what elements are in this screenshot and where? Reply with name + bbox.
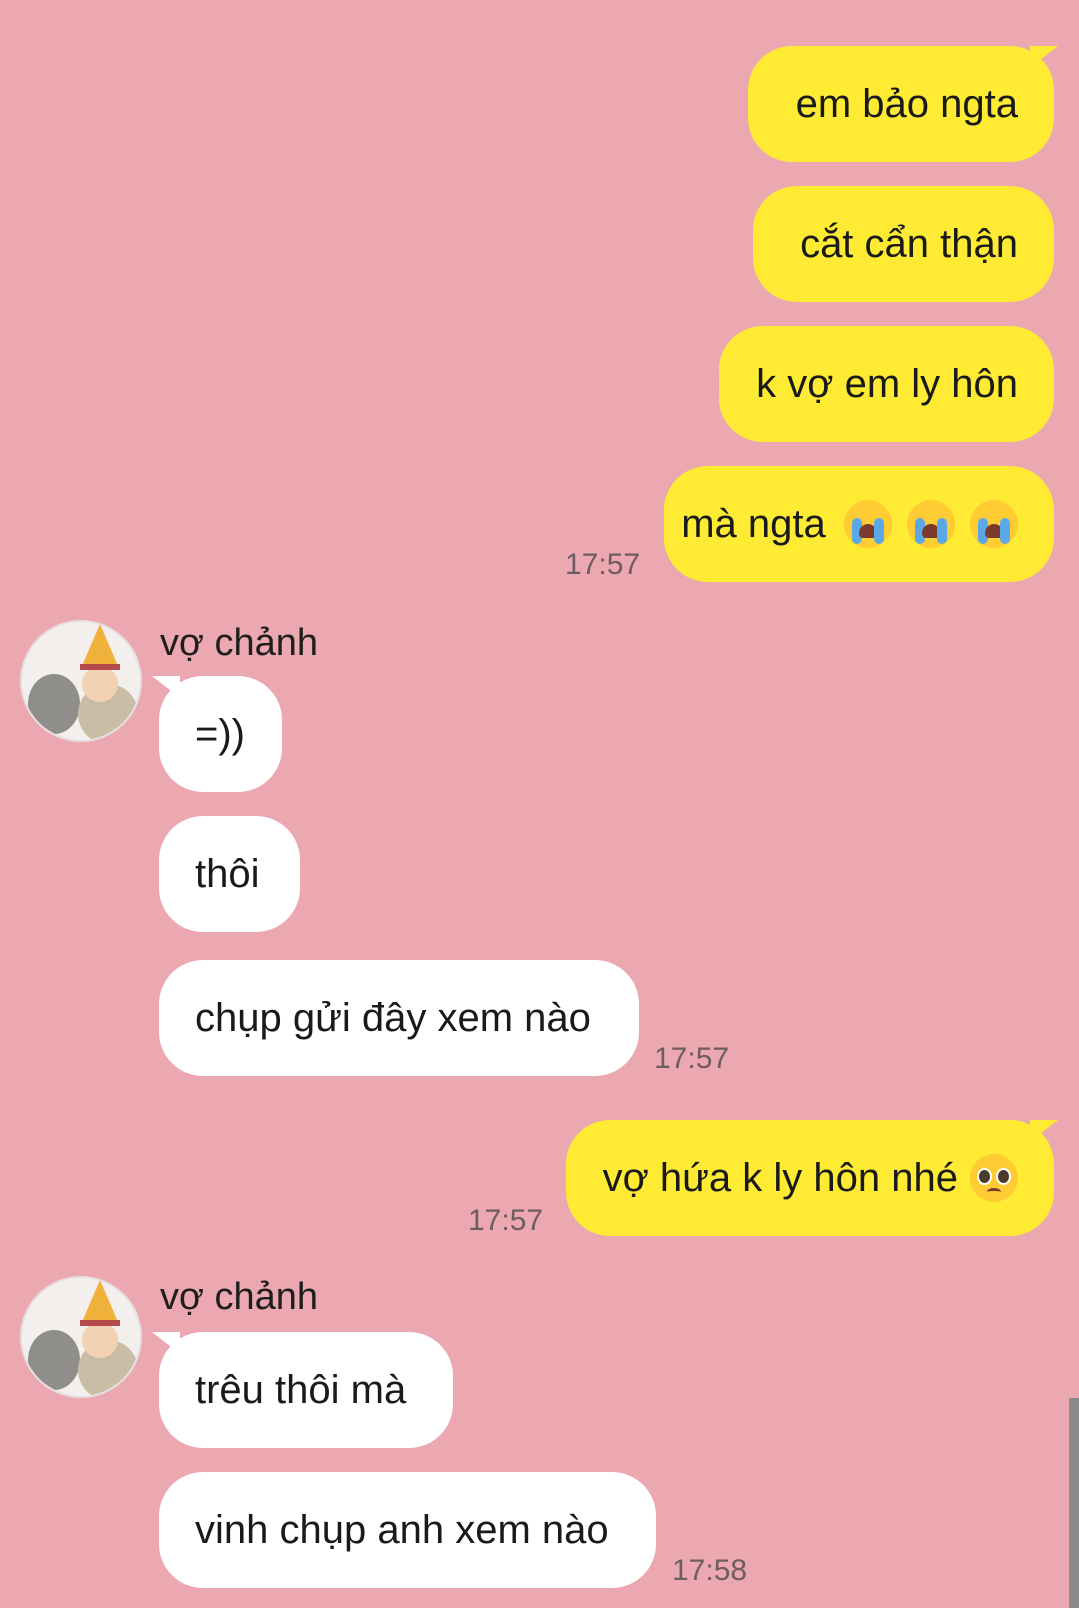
timestamp: 17:57 (654, 1042, 730, 1075)
message-text: vợ hứa k ly hôn nhé (602, 1155, 958, 1200)
message-text: chụp gửi đây xem nào (195, 995, 591, 1040)
message-text: cắt cẩn thận (800, 221, 1018, 266)
scrollbar[interactable] (1069, 1398, 1079, 1608)
message-text: trêu thôi mà (195, 1367, 407, 1412)
message-text: mà ngta (681, 501, 826, 546)
avatar-photo (22, 622, 140, 740)
outgoing-message[interactable]: vợ hứa k ly hôn nhé (566, 1120, 1054, 1236)
avatar-photo (22, 1278, 140, 1396)
timestamp: 17:58 (672, 1554, 748, 1587)
avatar[interactable] (20, 1276, 142, 1398)
loudly-crying-face-icon (970, 500, 1018, 549)
bubble-tail (152, 676, 180, 698)
bubble-tail (1030, 46, 1058, 68)
timestamp: 17:57 (565, 548, 641, 581)
bubble-tail (1030, 1120, 1058, 1142)
message-text: thôi (195, 851, 260, 896)
outgoing-message[interactable]: cắt cẩn thận (753, 186, 1054, 302)
bubble-tail (152, 1332, 180, 1354)
message-text: =)) (195, 711, 245, 756)
outgoing-message[interactable]: em bảo ngta (748, 46, 1054, 162)
emoji-group (840, 500, 1018, 549)
pleading-face-icon (970, 1154, 1018, 1202)
message-text: k vợ em ly hôn (756, 361, 1018, 406)
avatar[interactable] (20, 620, 142, 742)
incoming-message[interactable]: trêu thôi mà (159, 1332, 453, 1448)
sender-name: vợ chảnh (160, 622, 319, 664)
message-text: em bảo ngta (795, 81, 1018, 126)
incoming-message[interactable]: vinh chụp anh xem nào (159, 1472, 656, 1588)
outgoing-message[interactable]: k vợ em ly hôn (719, 326, 1054, 442)
message-text: vinh chụp anh xem nào (195, 1507, 609, 1552)
timestamp: 17:57 (468, 1204, 544, 1237)
incoming-message[interactable]: chụp gửi đây xem nào (159, 960, 639, 1076)
incoming-message[interactable]: thôi (159, 816, 300, 932)
outgoing-message[interactable]: mà ngta (664, 466, 1054, 582)
loudly-crying-face-icon (906, 500, 955, 549)
sender-name: vợ chảnh (160, 1276, 319, 1318)
loudly-crying-face-icon (843, 500, 892, 549)
